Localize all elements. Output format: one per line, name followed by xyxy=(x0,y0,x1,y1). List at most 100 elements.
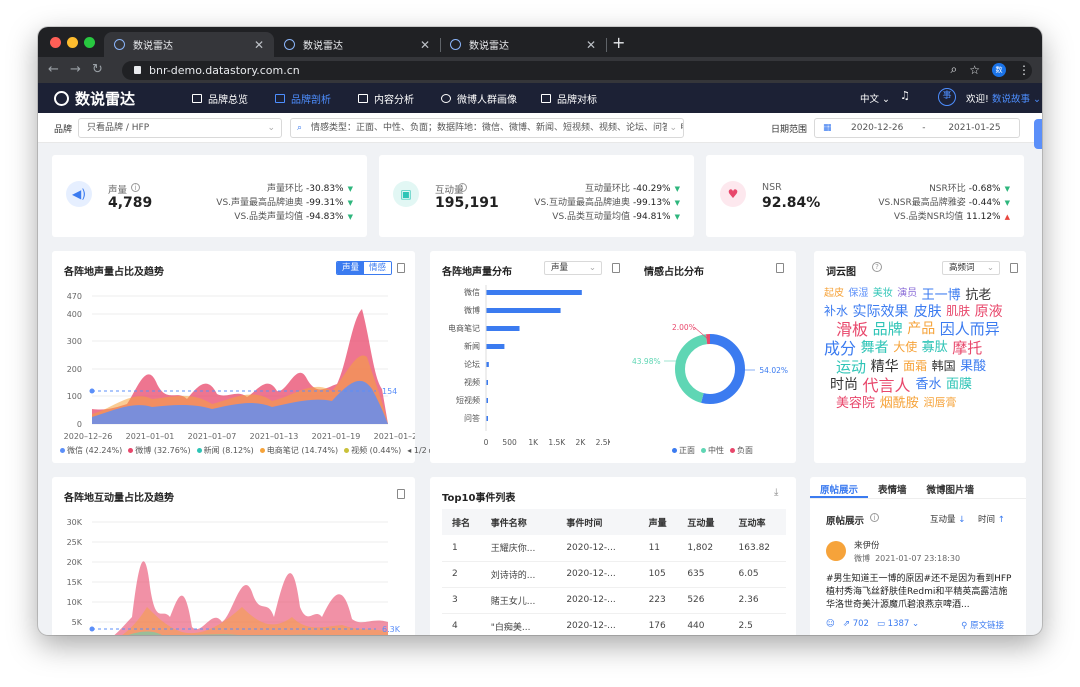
sort-by-time[interactable]: 时间 ↑ xyxy=(978,513,1005,525)
cloud-word[interactable]: 时尚 xyxy=(830,378,858,392)
more-menu-icon[interactable]: ⋮ xyxy=(1018,63,1030,77)
new-tab-icon[interactable]: + xyxy=(612,33,625,52)
maximize-window-button[interactable] xyxy=(84,37,95,48)
cloud-word[interactable]: 演员 xyxy=(897,289,917,299)
app-logo[interactable]: 数说雷达 xyxy=(54,88,135,109)
column-header[interactable]: 互动量 xyxy=(677,509,729,535)
bookmark-star-icon[interactable]: ☆ xyxy=(969,63,980,77)
column-header[interactable]: 事件时间 xyxy=(556,509,639,535)
sort-by-interaction[interactable]: 互动量 ↓ xyxy=(930,513,965,525)
browser-tab-1[interactable]: 数说雷达 ✕ xyxy=(104,32,274,57)
cloud-word[interactable]: 香水 xyxy=(916,378,942,391)
cloud-word[interactable]: 精华 xyxy=(871,360,899,374)
cloud-word[interactable]: 原液 xyxy=(975,305,1003,319)
cloud-word[interactable]: 运动 xyxy=(836,360,866,375)
zoom-icon[interactable]: ⌕ xyxy=(951,62,958,77)
cloud-word[interactable]: 面膜 xyxy=(946,378,972,391)
event-badge[interactable]: 事 xyxy=(938,88,956,106)
cloud-word[interactable]: 实际效果 xyxy=(852,305,908,319)
cloud-word[interactable]: 补水 xyxy=(824,305,848,317)
cloud-word[interactable]: 美容院 xyxy=(836,397,875,410)
tab-weibo-image-wall[interactable]: 微博图片墙 xyxy=(917,477,985,498)
cloud-word[interactable]: 润唇膏 xyxy=(924,397,957,408)
emoji-icon[interactable]: ☺ xyxy=(826,619,835,631)
tab-original-posts[interactable]: 原帖展示 xyxy=(810,477,869,498)
cloud-word[interactable]: 韩国 xyxy=(932,360,956,372)
cloud-word[interactable]: 滑板 xyxy=(836,322,868,338)
nav-brand-analysis[interactable]: 品牌剖析 xyxy=(275,91,331,106)
brand-select[interactable]: 只看品牌 / HFP ⌄ xyxy=(78,118,282,138)
export-doc-icon[interactable] xyxy=(1010,263,1018,273)
help-icon[interactable]: ? xyxy=(872,262,882,272)
export-doc-icon[interactable] xyxy=(612,263,620,273)
table-row[interactable]: 2 刘诗诗的... 2020-12-... 105 635 6.05 xyxy=(442,561,786,588)
cloud-word[interactable]: 面霜 xyxy=(903,360,927,372)
query-filter[interactable]: ⌕ 情感类型：正面、中性、负面；数据阵地：微信、微博、新闻、短视频、视频、论坛、… xyxy=(290,118,684,138)
legend-item[interactable]: 微信 (42.24%) xyxy=(60,445,122,456)
bell-icon[interactable]: ♫ xyxy=(900,89,910,102)
close-tab-icon[interactable]: ✕ xyxy=(420,38,430,52)
side-drawer-handle[interactable] xyxy=(1034,119,1042,149)
language-select[interactable]: 中文 ⌄ xyxy=(860,91,890,105)
export-doc-icon[interactable] xyxy=(776,263,784,273)
download-icon[interactable]: ⤓ xyxy=(774,487,778,498)
cloud-word[interactable]: 保湿 xyxy=(848,289,868,299)
tab-emoji-wall[interactable]: 表情墙 xyxy=(868,477,917,498)
cloud-word[interactable]: 品牌 xyxy=(873,322,903,337)
table-row[interactable]: 3 賭王女儿... 2020-12-... 223 526 2.36 xyxy=(442,587,786,614)
nav-brand-overview[interactable]: 品牌总览 xyxy=(192,91,248,106)
info-icon[interactable]: i xyxy=(870,513,879,522)
cloud-word[interactable]: 寡肽 xyxy=(922,341,948,354)
repost-count[interactable]: ⇗ 702 xyxy=(843,619,869,631)
legend-item[interactable]: 正面 xyxy=(672,445,695,456)
legend-item[interactable]: 电商笔记 (14.74%) xyxy=(259,445,338,456)
info-icon[interactable]: i xyxy=(458,183,467,192)
table-row[interactable]: 1 王耀庆你... 2020-12-... 11 1,802 163.82 xyxy=(442,535,786,562)
user-menu[interactable]: 数说故事 ⌄ xyxy=(992,91,1041,105)
legend-item[interactable]: 视频 (0.44%) xyxy=(344,445,401,456)
nav-weibo-persona[interactable]: 微博人群画像 xyxy=(441,91,517,106)
toggle-sentiment[interactable]: 情感 xyxy=(364,262,392,274)
info-icon[interactable]: i xyxy=(131,183,140,192)
bar[interactable] xyxy=(486,308,561,313)
cloud-word[interactable]: 抗老 xyxy=(965,289,991,302)
export-doc-icon[interactable] xyxy=(397,263,405,273)
bar[interactable] xyxy=(486,326,520,331)
browser-tab-3[interactable]: 数说雷达 ✕ xyxy=(440,32,606,57)
cloud-word[interactable]: 肌肤 xyxy=(946,305,970,317)
minimize-window-button[interactable] xyxy=(67,37,78,48)
back-icon[interactable]: ← xyxy=(48,62,59,77)
legend-item[interactable]: 负面 xyxy=(730,445,753,456)
cloud-word[interactable]: 舞者 xyxy=(861,341,889,355)
word-type-select[interactable]: 高频词 ⌄ xyxy=(942,261,1000,275)
cloud-word[interactable]: 代言人 xyxy=(863,378,911,394)
avatar[interactable] xyxy=(826,541,846,561)
cloud-word[interactable]: 美妆 xyxy=(873,289,893,299)
table-row[interactable]: 4 "白痴美... 2020-12-... 176 440 2.5 xyxy=(442,613,786,635)
cloud-word[interactable]: 王一博 xyxy=(922,289,961,302)
legend-item[interactable]: 中性 xyxy=(701,445,724,456)
cloud-word[interactable]: 大使 xyxy=(893,341,917,353)
comment-count[interactable]: ▭ 1387 ⌄ xyxy=(877,619,919,631)
bar[interactable] xyxy=(486,290,582,295)
original-link[interactable]: ⚲ 原文链接 xyxy=(961,619,1004,631)
column-header[interactable]: 声量 xyxy=(638,509,678,535)
close-window-button[interactable] xyxy=(50,37,61,48)
metric-select[interactable]: 声量 ⌄ xyxy=(544,261,602,275)
forward-icon[interactable]: → xyxy=(70,62,81,77)
legend-item[interactable]: 微博 (32.76%) xyxy=(128,445,191,456)
cloud-word[interactable]: 皮肤 xyxy=(914,305,942,319)
url-field[interactable]: bnr-demo.datastory.com.cn xyxy=(122,61,1032,80)
close-tab-icon[interactable]: ✕ xyxy=(254,38,264,52)
post-author[interactable]: 来伊份 xyxy=(854,539,880,551)
cloud-word[interactable]: 因人而异 xyxy=(940,322,1000,337)
profile-avatar[interactable]: 数 xyxy=(992,62,1006,77)
cloud-word[interactable]: 起皮 xyxy=(824,289,844,299)
toggle-volume[interactable]: 声量 xyxy=(337,262,365,274)
close-tab-icon[interactable]: ✕ xyxy=(586,38,596,52)
legend-item[interactable]: 新闻 (8.12%) xyxy=(196,445,254,456)
nav-content-analysis[interactable]: 内容分析 xyxy=(358,91,414,106)
cloud-word[interactable]: 产品 xyxy=(907,322,935,336)
date-range-picker[interactable]: ▦ 2020-12-26 - 2021-01-25 xyxy=(814,118,1020,138)
cloud-word[interactable]: 成分 xyxy=(824,341,856,357)
